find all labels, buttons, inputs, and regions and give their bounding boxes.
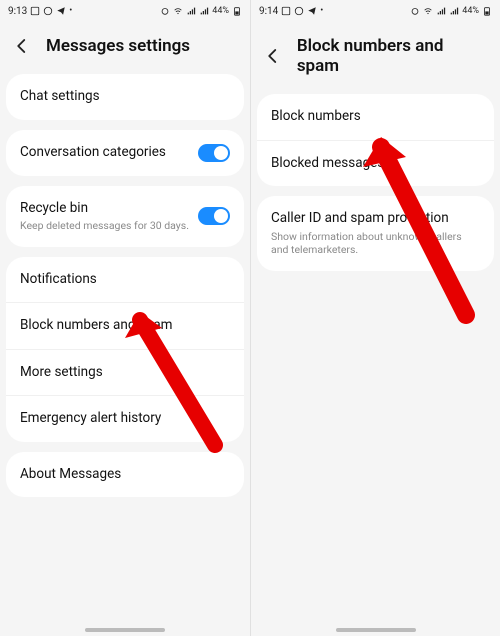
row-chat-settings[interactable]: Chat settings (6, 74, 244, 120)
row-blocked-messages[interactable]: Blocked messages (257, 140, 494, 187)
card-recycle: Recycle bin Keep deleted messages for 30… (6, 186, 244, 247)
telegram-icon (56, 6, 66, 16)
status-more: • (69, 6, 72, 16)
alarm-icon (160, 6, 170, 16)
wifi-icon (423, 6, 433, 16)
row-label: Block numbers and spam (20, 317, 230, 335)
status-bar: 9:13 • 44% (0, 0, 250, 22)
whatsapp-icon (43, 6, 53, 16)
row-sublabel: Show information about unknown callers a… (271, 230, 480, 257)
wifi-icon (173, 6, 183, 16)
gallery-icon (30, 6, 40, 16)
row-caller-id-spam-protection[interactable]: Caller ID and spam protection Show infor… (257, 196, 494, 271)
nav-handle[interactable] (85, 628, 165, 632)
telegram-icon (307, 6, 317, 16)
toggle-conversation-categories[interactable] (198, 144, 230, 162)
settings-list: Block numbers Blocked messages Caller ID… (251, 94, 500, 636)
card-block: Block numbers Blocked messages (257, 94, 494, 186)
row-label: Notifications (20, 271, 230, 289)
chevron-left-icon (264, 47, 282, 65)
chevron-left-icon (13, 37, 31, 55)
battery-icon (482, 6, 492, 16)
back-button[interactable] (12, 36, 32, 56)
status-more: • (320, 6, 323, 16)
signal-icon (436, 6, 446, 16)
back-button[interactable] (263, 46, 283, 66)
gallery-icon (281, 6, 291, 16)
pane-messages-settings: 9:13 • 44% Messages settings Chat settin… (0, 0, 250, 636)
card-chat: Chat settings (6, 74, 244, 120)
card-advanced: Notifications Block numbers and spam Mor… (6, 257, 244, 442)
pane-block-numbers-spam: 9:14 • 44% Block numbers and spam Block … (250, 0, 500, 636)
toggle-recycle-bin[interactable] (198, 207, 230, 225)
row-label: Blocked messages (271, 155, 480, 173)
row-emergency-alert-history[interactable]: Emergency alert history (6, 395, 244, 442)
signal2-icon (199, 6, 209, 16)
status-time: 9:14 (259, 6, 278, 17)
row-block-numbers[interactable]: Block numbers (257, 94, 494, 140)
header: Messages settings (0, 22, 250, 74)
row-more-settings[interactable]: More settings (6, 349, 244, 396)
row-label: About Messages (20, 466, 230, 484)
status-battery: 44% (212, 6, 229, 16)
status-battery: 44% (462, 6, 479, 16)
row-label: Conversation categories (20, 144, 190, 162)
row-about-messages[interactable]: About Messages (6, 452, 244, 498)
status-bar: 9:14 • 44% (251, 0, 500, 22)
card-about: About Messages (6, 452, 244, 498)
header: Block numbers and spam (251, 22, 500, 94)
signal-icon (186, 6, 196, 16)
whatsapp-icon (294, 6, 304, 16)
row-label: More settings (20, 364, 230, 382)
alarm-icon (410, 6, 420, 16)
row-conversation-categories[interactable]: Conversation categories (6, 130, 244, 176)
row-recycle-bin[interactable]: Recycle bin Keep deleted messages for 30… (6, 186, 244, 247)
row-label: Emergency alert history (20, 410, 230, 428)
row-block-numbers-spam[interactable]: Block numbers and spam (6, 302, 244, 349)
row-label: Block numbers (271, 108, 480, 126)
status-time: 9:13 (8, 6, 27, 17)
settings-list: Chat settings Conversation categories Re… (0, 74, 250, 636)
card-caller-id: Caller ID and spam protection Show infor… (257, 196, 494, 271)
row-notifications[interactable]: Notifications (6, 257, 244, 303)
row-label: Caller ID and spam protection (271, 210, 480, 228)
nav-handle[interactable] (336, 628, 416, 632)
page-title: Messages settings (46, 36, 190, 56)
signal2-icon (449, 6, 459, 16)
battery-icon (232, 6, 242, 16)
row-sublabel: Keep deleted messages for 30 days. (20, 219, 190, 233)
card-conversation: Conversation categories (6, 130, 244, 176)
row-label: Chat settings (20, 88, 230, 106)
page-title: Block numbers and spam (297, 36, 488, 76)
row-label: Recycle bin (20, 200, 190, 218)
